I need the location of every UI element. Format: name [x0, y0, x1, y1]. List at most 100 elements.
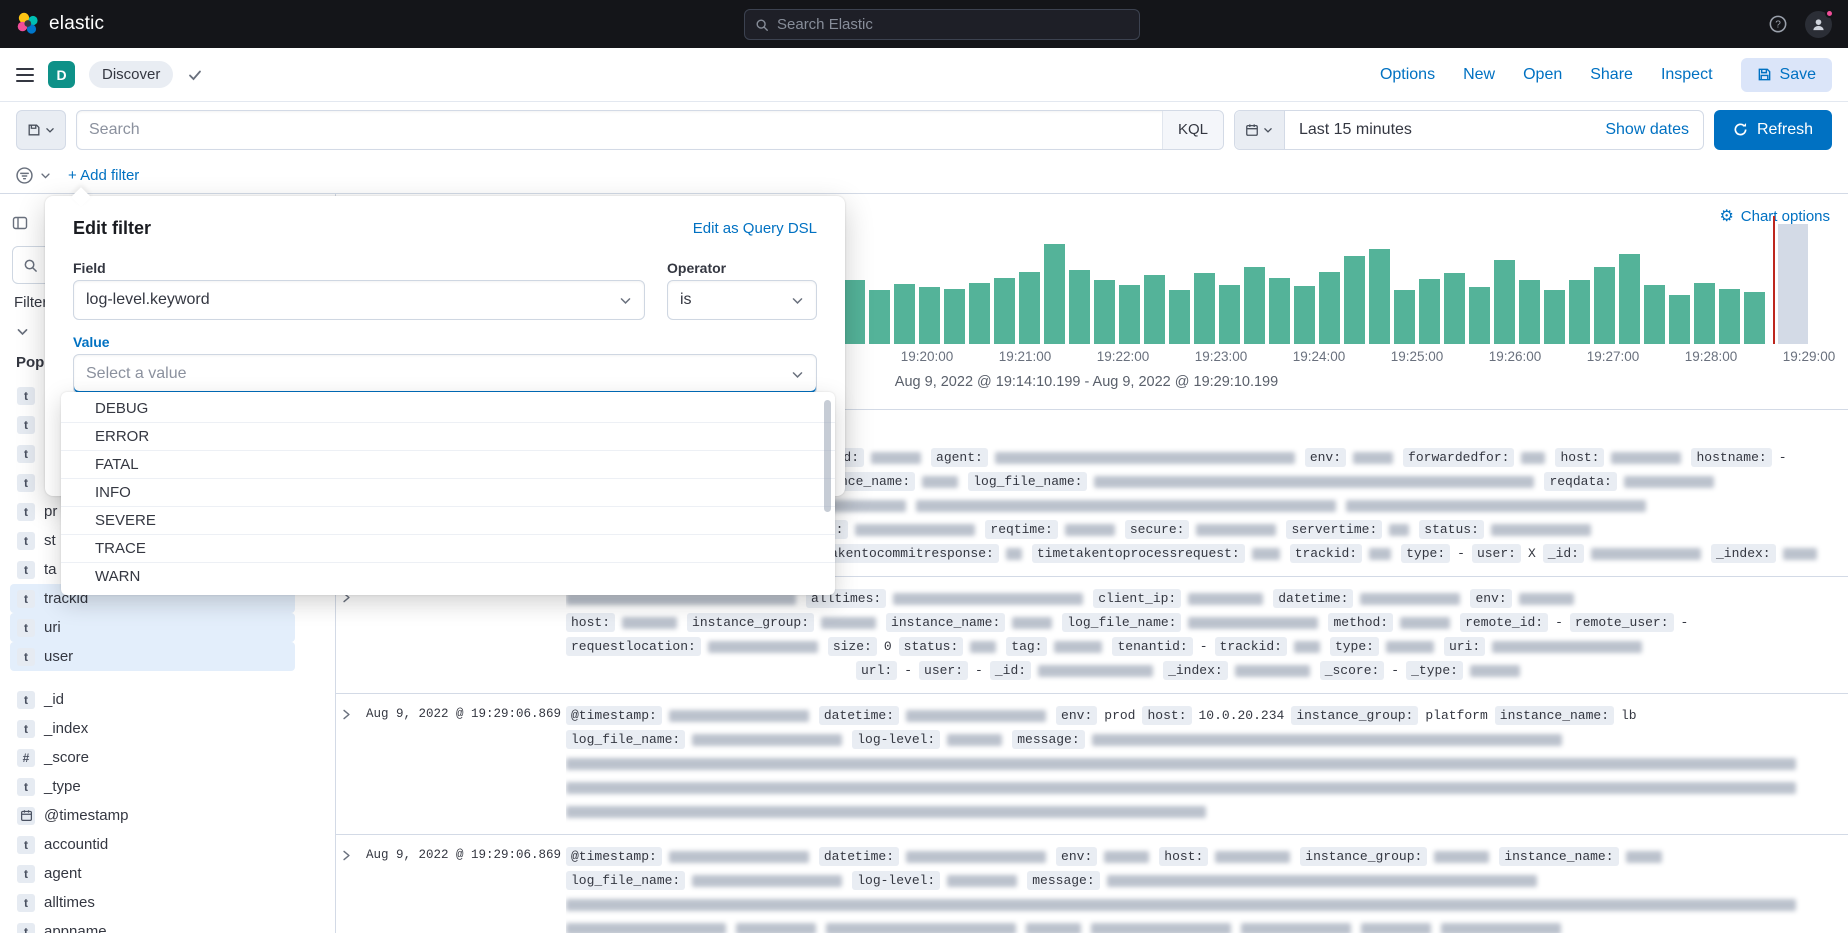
field-type-text-icon: t	[17, 619, 35, 637]
histogram-bar	[1369, 249, 1390, 344]
doc-field-value: -	[1391, 663, 1399, 678]
global-search-input[interactable]	[777, 16, 1129, 33]
expand-row-icon[interactable]	[340, 845, 366, 933]
redacted-value	[1611, 452, 1681, 464]
doc-summary: alltimes:client_ip:datetime:env:host:ins…	[566, 587, 1838, 683]
operator-select[interactable]: is	[667, 280, 817, 320]
redacted-value	[947, 734, 1002, 746]
save-button[interactable]: Save	[1741, 58, 1832, 92]
expand-row-icon[interactable]	[340, 704, 366, 824]
breadcrumb[interactable]: Discover	[89, 61, 173, 88]
query-language-button[interactable]: KQL	[1162, 111, 1223, 149]
sidebar-field-item[interactable]: turi	[10, 613, 295, 642]
saved-query-menu-button[interactable]	[16, 110, 66, 150]
value-combobox[interactable]: Select a value	[73, 354, 817, 394]
field-type-text-icon: t	[17, 720, 35, 738]
sidebar-field-item[interactable]: t_index	[10, 714, 295, 743]
sidebar-field-item[interactable]: t_id	[10, 685, 295, 714]
show-dates-link[interactable]: Show dates	[1605, 121, 1703, 139]
share-link[interactable]: Share	[1590, 66, 1633, 84]
redacted-value	[1012, 617, 1052, 629]
filter-set-icon[interactable]	[16, 167, 33, 184]
sidebar-field-item[interactable]: #_score	[10, 743, 295, 772]
doc-field-value: X	[1528, 546, 1536, 561]
sidebar-field-item[interactable]: tagent	[10, 859, 295, 888]
global-search[interactable]	[744, 9, 1140, 40]
options-link[interactable]: Options	[1380, 66, 1435, 84]
doc-field-chip: @timestamp:	[566, 847, 662, 866]
redacted-value	[1188, 593, 1263, 605]
doc-field-chip: agent:	[931, 448, 988, 467]
user-avatar[interactable]	[1805, 11, 1832, 38]
redacted-value	[1519, 593, 1574, 605]
field-type-text-icon: t	[17, 561, 35, 579]
redacted-value	[622, 617, 677, 629]
filter-value-option[interactable]: WARN	[61, 563, 835, 591]
filter-value-option[interactable]: DEBUG	[61, 395, 835, 423]
elastic-logo[interactable]: elastic	[16, 12, 104, 36]
expand-row-icon[interactable]	[340, 587, 366, 683]
query-input[interactable]	[77, 121, 1162, 139]
refresh-button[interactable]: Refresh	[1714, 110, 1832, 150]
histogram-bar	[844, 280, 865, 344]
doc-timestamp: Aug 9, 2022 @ 19:29:06.869	[366, 704, 566, 824]
doc-field-value: 10.0.20.234	[1199, 708, 1285, 723]
field-name: _score	[44, 749, 89, 766]
redacted-value	[1094, 476, 1534, 488]
filter-value-option[interactable]: INFO	[61, 479, 835, 507]
menu-icon[interactable]	[16, 68, 34, 82]
histogram-bar	[1444, 273, 1465, 344]
sidebar-field-item[interactable]: taccountid	[10, 830, 295, 859]
help-icon[interactable]: ?	[1769, 15, 1787, 33]
field-type-text-icon: t	[17, 865, 35, 883]
doc-field-chip: log_file_name:	[1062, 613, 1181, 632]
doc-field-chip: message:	[1027, 871, 1099, 890]
redacted-value	[1353, 452, 1393, 464]
space-badge[interactable]: D	[48, 61, 75, 88]
open-link[interactable]: Open	[1523, 66, 1562, 84]
doc-field-chip: host:	[1142, 706, 1191, 725]
new-link[interactable]: New	[1463, 66, 1495, 84]
elastic-logo-text: elastic	[49, 13, 104, 35]
redacted-value	[1065, 524, 1115, 536]
doc-field-chip: method:	[1328, 613, 1393, 632]
histogram-bar	[894, 284, 915, 344]
search-icon	[755, 18, 769, 32]
sidebar-field-item[interactable]: talltimes	[10, 888, 295, 917]
histogram-bar	[1619, 254, 1640, 344]
histogram-bar	[1069, 270, 1090, 344]
field-select[interactable]: log-level.keyword	[73, 280, 645, 320]
x-axis-tick: 19:21:00	[999, 349, 1052, 364]
edit-as-query-dsl-link[interactable]: Edit as Query DSL	[693, 220, 817, 237]
field-type-text-icon: t	[17, 648, 35, 666]
redacted-value	[1038, 665, 1153, 677]
doc-field-chip: size:	[828, 637, 877, 656]
redacted-value	[736, 923, 816, 933]
redacted-value	[692, 734, 842, 746]
value-label: Value	[73, 334, 817, 350]
scrollbar-thumb[interactable]	[824, 400, 831, 512]
date-picker: Last 15 minutes Show dates	[1234, 110, 1704, 150]
filter-value-option[interactable]: FATAL	[61, 451, 835, 479]
add-filter-link[interactable]: + Add filter	[68, 167, 139, 184]
histogram-bar	[944, 289, 965, 344]
filter-value-option[interactable]: TRACE	[61, 535, 835, 563]
sidebar-field-item[interactable]: @timestamp	[10, 801, 295, 830]
calendar-button[interactable]	[1235, 111, 1285, 149]
doc-field-chip: timetakentoprocessrequest:	[1032, 544, 1245, 563]
histogram-bar	[1294, 286, 1315, 344]
sidebar-field-item[interactable]: t_type	[10, 772, 295, 801]
filter-value-option[interactable]: ERROR	[61, 423, 835, 451]
histogram-bar	[1669, 295, 1690, 344]
redacted-value	[947, 875, 1017, 887]
sidebar-field-item[interactable]: tappname	[10, 917, 295, 933]
time-range-value[interactable]: Last 15 minutes	[1285, 121, 1605, 139]
chevron-down-icon[interactable]	[40, 170, 51, 181]
inspect-link[interactable]: Inspect	[1661, 66, 1713, 84]
chevron-down-icon[interactable]	[16, 325, 30, 338]
field-name: _type	[44, 778, 81, 795]
sidebar-field-item[interactable]: tuser	[10, 642, 295, 671]
filter-value-option[interactable]: SEVERE	[61, 507, 835, 535]
histogram-bar	[1094, 280, 1115, 344]
field-name: alltimes	[44, 894, 95, 911]
